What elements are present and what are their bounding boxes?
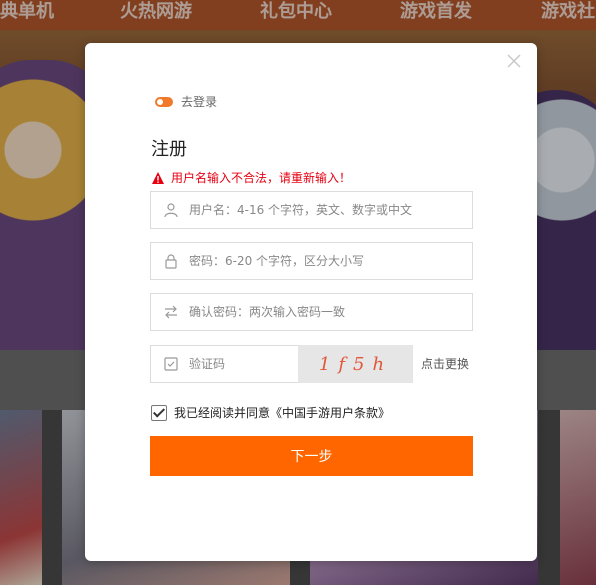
- error-message: 用户名输入不合法，请重新输入！: [151, 169, 351, 186]
- username-input[interactable]: [187, 191, 472, 229]
- close-icon[interactable]: [505, 53, 523, 71]
- back-to-login-link[interactable]: 去登录: [155, 93, 217, 110]
- register-modal: 去登录 注册 用户名输入不合法，请重新输入！ 用户名：4-16 个字符，英文、数…: [85, 43, 537, 561]
- captcha-check-icon: [164, 357, 178, 371]
- page-title: 注册: [151, 139, 187, 160]
- captcha-image[interactable]: 1f5h: [298, 345, 413, 383]
- user-icon: [164, 203, 178, 218]
- terms-label: 我已经阅读并同意《中国手游用户条款》: [174, 406, 391, 420]
- next-step-button[interactable]: 下一步: [150, 436, 473, 476]
- lock-icon: [165, 254, 177, 269]
- password-input[interactable]: [187, 242, 472, 280]
- close-icon-graphic: [507, 54, 521, 68]
- back-to-login-label: 去登录: [181, 95, 218, 109]
- toggle-icon: [155, 96, 173, 107]
- captcha-text: 1f5h: [318, 353, 393, 375]
- terms-agreement[interactable]: 我已经阅读并同意《中国手游用户条款》: [151, 404, 390, 421]
- refresh-captcha-link[interactable]: 点击更换: [421, 355, 469, 372]
- username-field: [150, 191, 473, 229]
- checkbox-checked-icon[interactable]: [151, 404, 167, 421]
- swap-arrows-icon: [165, 305, 177, 319]
- confirm-password-input[interactable]: [187, 293, 472, 331]
- error-text: 用户名输入不合法，请重新输入！: [171, 171, 352, 185]
- warning-icon: [152, 171, 164, 184]
- password-field: [150, 242, 473, 280]
- captcha-field: [150, 345, 341, 383]
- confirm-password-field: [150, 293, 473, 331]
